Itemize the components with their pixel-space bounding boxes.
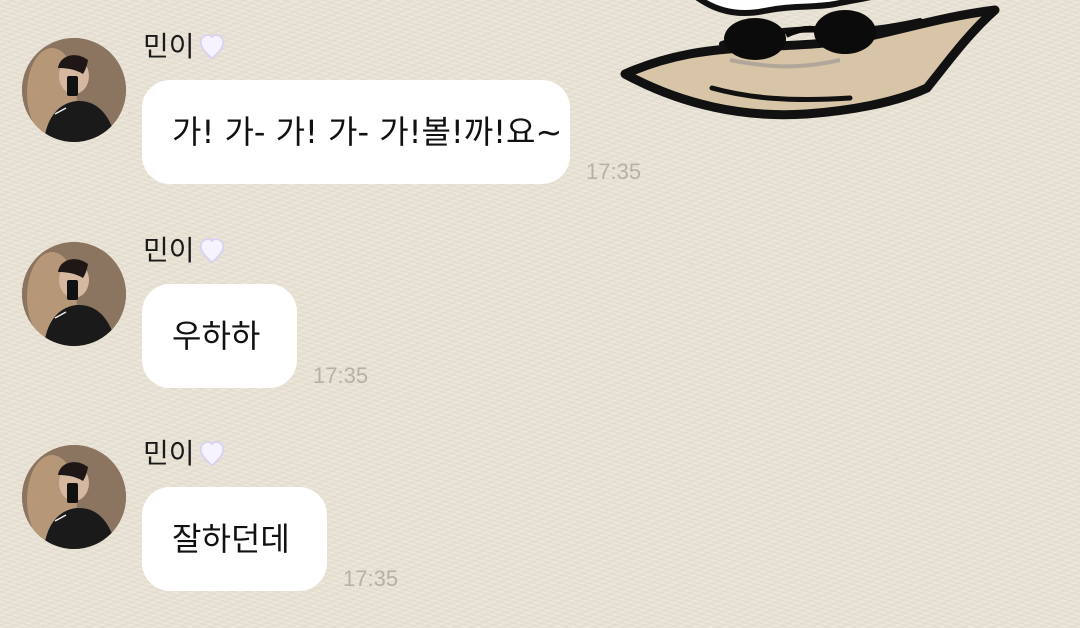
avatar[interactable] bbox=[22, 38, 126, 142]
sender-name: 민이 bbox=[143, 30, 227, 64]
white-heart-icon bbox=[199, 237, 224, 264]
message-text: 가! 가- 가! 가- 가!볼!까!요~ bbox=[172, 113, 563, 151]
message-bubble[interactable]: 가! 가- 가! 가- 가!볼!까!요~ bbox=[142, 80, 570, 184]
message-row: 민이 우하하 17:35 bbox=[0, 228, 1080, 418]
message-time: 17:35 bbox=[586, 159, 642, 184]
white-heart-icon bbox=[199, 440, 224, 467]
chat-area: 민이 가! 가- 가! 가- 가!볼!까!요~ 17:35 민이 우하하 17:… bbox=[0, 0, 1080, 628]
message-row: 민이 가! 가- 가! 가- 가!볼!까!요~ 17:35 bbox=[0, 24, 1080, 214]
sender-name-text: 민이 bbox=[143, 234, 195, 267]
sender-name: 민이 bbox=[143, 437, 227, 471]
message-time: 17:35 bbox=[343, 566, 399, 591]
sender-name-text: 민이 bbox=[143, 437, 195, 470]
message-row: 민이 잘하던데 17:35 bbox=[0, 431, 1080, 621]
message-time: 17:35 bbox=[313, 363, 369, 388]
message-bubble[interactable]: 잘하던데 bbox=[142, 487, 327, 591]
sender-name-text: 민이 bbox=[143, 30, 195, 63]
message-bubble[interactable]: 우하하 bbox=[142, 284, 297, 388]
avatar[interactable] bbox=[22, 242, 126, 346]
message-text: 잘하던데 bbox=[172, 520, 290, 558]
sender-name: 민이 bbox=[143, 234, 227, 268]
message-text: 우하하 bbox=[172, 317, 261, 355]
white-heart-icon bbox=[199, 33, 224, 60]
avatar[interactable] bbox=[22, 445, 126, 549]
